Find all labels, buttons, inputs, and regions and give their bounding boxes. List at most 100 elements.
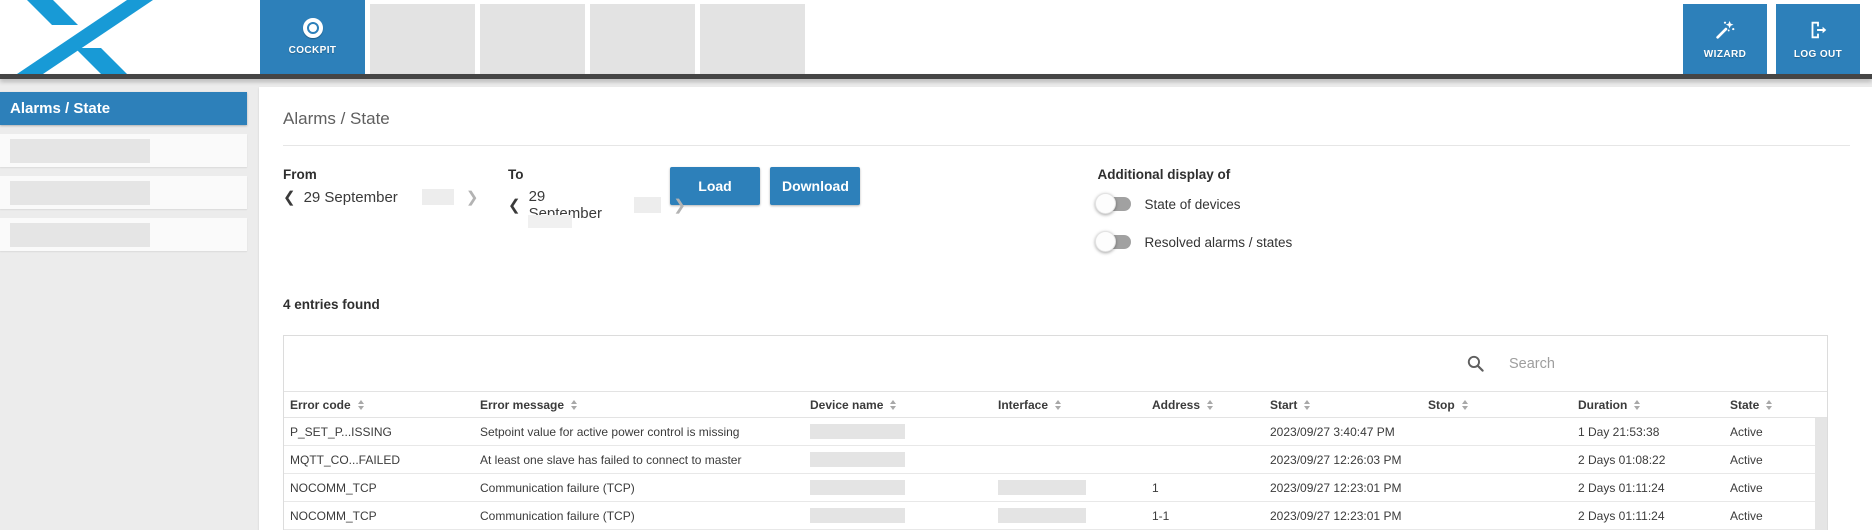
exit-door-icon — [1807, 19, 1829, 41]
table-cell — [1422, 474, 1572, 501]
column-header[interactable]: Device name — [804, 392, 992, 417]
table-row: P_SET_P...ISSINGSetpoint value for activ… — [284, 418, 1827, 446]
table-cell: NOCOMM_TCP — [284, 474, 474, 501]
table-body: P_SET_P...ISSINGSetpoint value for activ… — [284, 418, 1827, 530]
nav-tabs: COCKPIT — [260, 0, 805, 74]
table-cell: 1 — [1146, 474, 1264, 501]
sort-icon[interactable] — [358, 400, 364, 410]
table-cell: P_SET_P...ISSING — [284, 418, 474, 445]
from-date-picker: From ❮ 29 September ❯ — [283, 167, 508, 206]
to-next-day-chevron[interactable]: ❯ — [673, 196, 686, 214]
table-cell — [992, 418, 1146, 445]
entries-count: 4 entries found — [283, 297, 1850, 312]
redacted-cell — [998, 480, 1086, 495]
table-cell: Active — [1724, 446, 1827, 473]
table-scrollbar[interactable] — [1815, 418, 1827, 530]
alarm-table: Error code Error message Device nameInterf… — [283, 335, 1828, 530]
column-header-label: Error code — [290, 398, 351, 412]
from-date-value[interactable]: 29 September — [304, 189, 398, 206]
column-header[interactable]: Error code — [284, 392, 474, 417]
column-header[interactable]: Stop — [1422, 392, 1572, 417]
page-body: Alarms / State Alarms / State From ❮ 29 … — [0, 79, 1872, 530]
table-cell — [992, 446, 1146, 473]
additional-display-group: Additional display of State of devices Re… — [1097, 167, 1292, 253]
table-cell — [1146, 418, 1264, 445]
table-cell: Communication failure (TCP) — [474, 502, 804, 529]
table-cell — [804, 502, 992, 529]
column-header-label: Start — [1270, 398, 1297, 412]
table-cell — [992, 502, 1146, 529]
sidebar-item-placeholder[interactable] — [0, 176, 247, 209]
table-cell: 2 Days 01:08:22 — [1572, 446, 1724, 473]
sort-icon[interactable] — [1766, 400, 1772, 410]
toggle-switch[interactable] — [1097, 235, 1131, 249]
additional-display-label: Additional display of — [1097, 167, 1292, 182]
table-cell: MQTT_CO...FAILED — [284, 446, 474, 473]
toggle-label: Resolved alarms / states — [1144, 235, 1292, 250]
logout-button-label: LOG OUT — [1794, 49, 1842, 60]
wizard-button[interactable]: WIZARD — [1683, 4, 1767, 74]
redacted-cell — [998, 508, 1086, 523]
redacted-cell — [810, 480, 905, 495]
sidebar-item-placeholder[interactable] — [0, 134, 247, 167]
table-cell: 2023/09/27 12:23:01 PM — [1264, 474, 1422, 501]
column-header[interactable]: Start — [1264, 392, 1422, 417]
top-bar: COCKPIT WIZARD LOG OUT — [0, 0, 1872, 74]
main-card: Alarms / State From ❮ 29 September ❯ To … — [259, 87, 1872, 530]
column-header-label: Error message — [480, 398, 564, 412]
tab-placeholder[interactable] — [370, 4, 475, 74]
to-prev-day-chevron[interactable]: ❮ — [508, 196, 521, 214]
column-header[interactable]: Address — [1146, 392, 1264, 417]
sort-icon[interactable] — [1207, 400, 1213, 410]
column-header[interactable]: Duration — [1572, 392, 1724, 417]
table-cell: At least one slave has failed to connect… — [474, 446, 804, 473]
sidebar-item-placeholder[interactable] — [0, 218, 247, 251]
redacted-cell — [810, 424, 905, 439]
table-cell: Active — [1724, 418, 1827, 445]
table-cell — [1422, 502, 1572, 529]
sort-icon[interactable] — [571, 400, 577, 410]
table-cell: Setpoint value for active power control … — [474, 418, 804, 445]
to-time-placeholder — [634, 197, 662, 213]
from-prev-day-chevron[interactable]: ❮ — [283, 188, 296, 206]
tab-placeholder[interactable] — [480, 4, 585, 74]
sort-icon[interactable] — [1304, 400, 1310, 410]
sort-icon[interactable] — [1462, 400, 1468, 410]
table-header-row: Error code Error message Device nameInterf… — [284, 391, 1827, 418]
toggle-row: State of devices — [1097, 193, 1292, 215]
sort-icon[interactable] — [1055, 400, 1061, 410]
table-cell — [992, 474, 1146, 501]
table-cell: 2023/09/27 3:40:47 PM — [1264, 418, 1422, 445]
column-header[interactable]: Interface — [992, 392, 1146, 417]
sort-icon[interactable] — [890, 400, 896, 410]
tab-placeholder[interactable] — [590, 4, 695, 74]
column-header[interactable]: State — [1724, 392, 1827, 417]
tab-placeholder[interactable] — [700, 4, 805, 74]
sidebar: Alarms / State — [0, 92, 247, 251]
table-cell: Communication failure (TCP) — [474, 474, 804, 501]
table-cell: 1 Day 21:53:38 — [1572, 418, 1724, 445]
toggle-knob — [1095, 231, 1116, 252]
app-logo — [12, 0, 162, 79]
redacted-cell — [810, 508, 905, 523]
x-logo-icon — [12, 0, 162, 74]
table-cell — [804, 446, 992, 473]
redacted-label — [10, 223, 150, 247]
column-header-label: Stop — [1428, 398, 1455, 412]
from-next-day-chevron[interactable]: ❯ — [466, 188, 479, 206]
logout-button[interactable]: LOG OUT — [1776, 4, 1860, 74]
search-input[interactable] — [1509, 356, 1679, 372]
download-button[interactable]: Download — [770, 167, 860, 205]
sort-icon[interactable] — [1634, 400, 1640, 410]
table-cell: 2023/09/27 12:26:03 PM — [1264, 446, 1422, 473]
tab-cockpit[interactable]: COCKPIT — [260, 0, 365, 74]
table-cell: 1-1 — [1146, 502, 1264, 529]
title-divider — [283, 145, 1850, 146]
table-cell: Active — [1724, 474, 1827, 501]
table-row: NOCOMM_TCPCommunication failure (TCP) 120… — [284, 474, 1827, 502]
toggle-switch[interactable] — [1097, 197, 1131, 211]
table-cell — [804, 474, 992, 501]
column-header[interactable]: Error message — [474, 392, 804, 417]
sidebar-header: Alarms / State — [0, 92, 247, 125]
tab-cockpit-label: COCKPIT — [289, 45, 337, 56]
